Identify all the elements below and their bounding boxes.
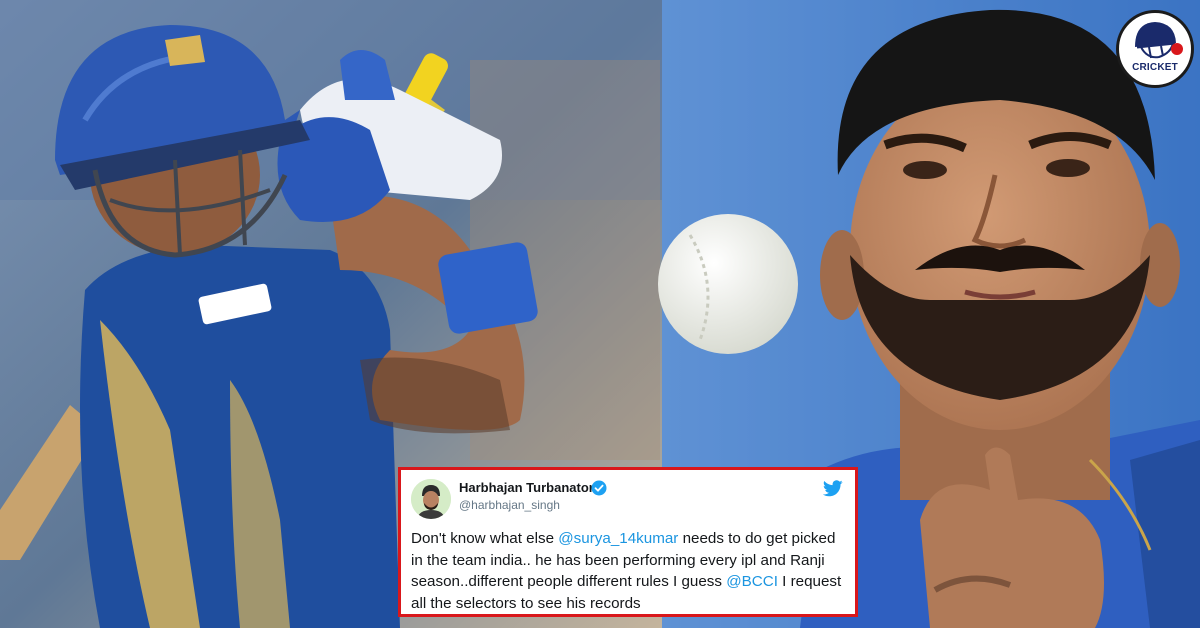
tweet-author-name[interactable]: Harbhajan Turbanator [459, 480, 594, 495]
mention-link-surya[interactable]: @surya_14kumar [558, 530, 678, 547]
cricket-helmet-icon [1135, 22, 1183, 59]
tweet-text: Don't know what else @surya_14kumar need… [411, 528, 851, 614]
site-logo: CRICKET [1116, 10, 1194, 88]
twitter-bird-icon[interactable] [823, 480, 843, 497]
mention-link-bcci[interactable]: @BCCI [726, 573, 778, 590]
avatar-portrait-icon [411, 479, 451, 519]
verified-badge-icon [591, 480, 607, 496]
tweet-author-handle[interactable]: @harbhajan_singh [459, 498, 560, 512]
tweet-card: Harbhajan Turbanator @harbhajan_singh Do… [398, 467, 858, 617]
avatar[interactable] [411, 479, 451, 519]
logo-wordmark: CRICKET [1132, 62, 1178, 73]
tweet-text-part: Don't know what else [411, 530, 559, 547]
